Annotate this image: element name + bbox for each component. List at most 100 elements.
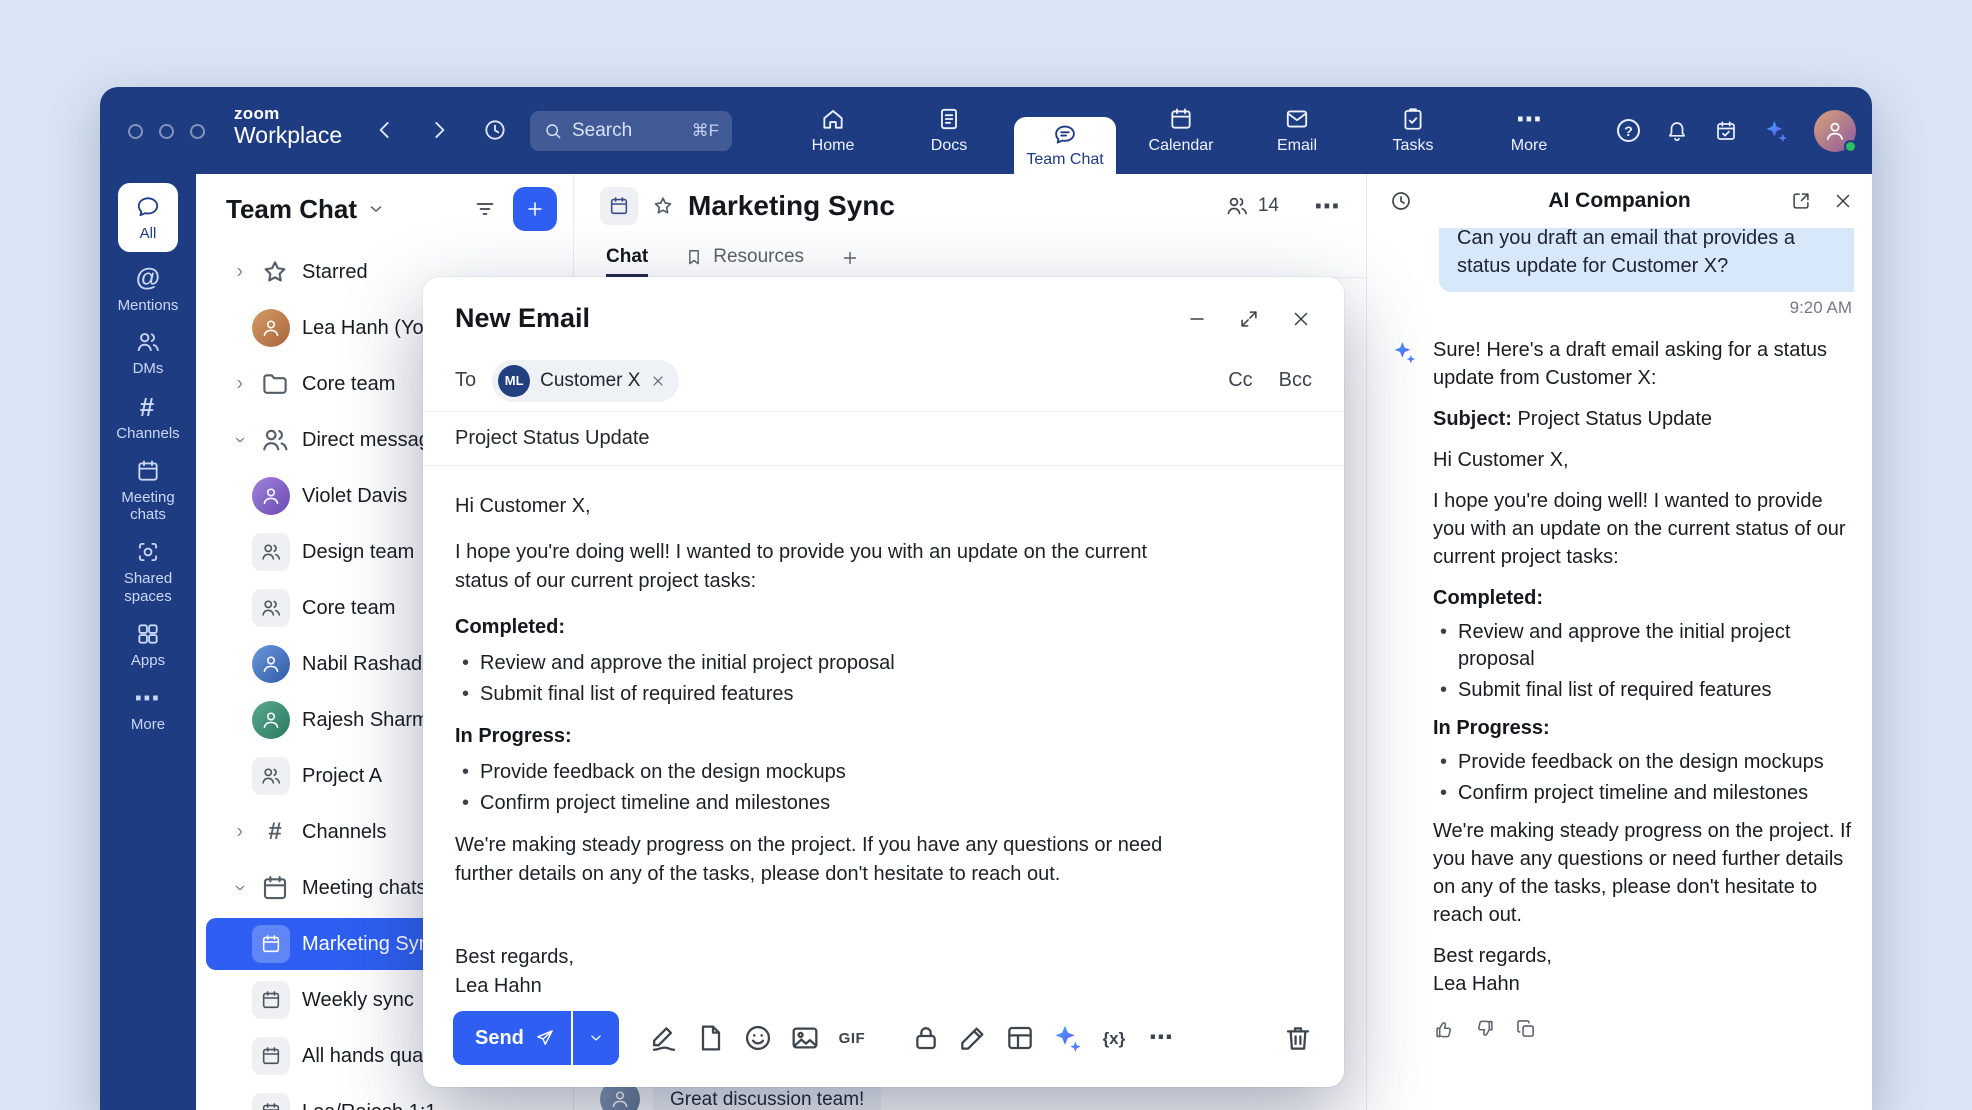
user-avatar[interactable] — [1814, 110, 1856, 152]
team-chat-icon — [1052, 122, 1078, 148]
rail-apps[interactable]: Apps — [104, 621, 192, 670]
signature-icon[interactable] — [648, 1022, 680, 1054]
ai-sparkle-icon[interactable] — [1763, 118, 1789, 144]
send-plane-icon — [535, 1028, 555, 1048]
more-options-icon[interactable]: ⋯ — [1145, 1022, 1177, 1054]
rail-dms[interactable]: DMs — [104, 329, 192, 378]
close-icon[interactable] — [1290, 308, 1312, 330]
to-label: To — [455, 369, 476, 392]
participants-count[interactable]: 14 — [1225, 194, 1279, 218]
sidebar-title-dropdown[interactable]: Team Chat — [226, 194, 386, 225]
trash-icon[interactable] — [1282, 1022, 1314, 1054]
tab-add[interactable] — [840, 248, 860, 277]
more-icon: ⋯ — [1516, 106, 1542, 132]
rail-all[interactable]: All — [118, 183, 178, 252]
group-avatar — [252, 533, 290, 571]
cc-button[interactable]: Cc — [1228, 369, 1252, 392]
copy-icon[interactable] — [1515, 1018, 1537, 1040]
calendar-icon — [260, 873, 290, 903]
history-icon[interactable] — [1389, 189, 1413, 213]
email-greeting: Hi Customer X, — [455, 492, 1197, 521]
zoom-workplace-window: zoom Workplace Search ⌘F Home Docs Team … — [100, 87, 1872, 1110]
meeting-avatar — [252, 1037, 290, 1075]
apps-grid-icon — [135, 621, 161, 647]
bullet-item: Provide feedback on the design mockups — [455, 759, 1197, 786]
email-signoff: Best regards, — [455, 943, 1197, 972]
rail-meeting-chats[interactable]: Meeting chats — [104, 458, 192, 524]
ai-signoff: Best regards, — [1433, 942, 1854, 970]
email-body-editor[interactable]: Hi Customer X, I hope you're doing well!… — [423, 466, 1344, 1011]
person-icon — [260, 317, 282, 339]
star-channel-icon[interactable] — [651, 194, 675, 218]
filter-icon[interactable] — [473, 197, 497, 221]
calendar-check-icon[interactable] — [1714, 119, 1738, 143]
channel-avatar[interactable] — [600, 187, 638, 225]
nav-more[interactable]: ⋯ More — [1478, 87, 1580, 174]
help-icon[interactable]: ? — [1617, 119, 1640, 142]
remove-recipient-icon[interactable] — [650, 373, 666, 389]
new-email-modal: New Email To ML Customer X Cc Bcc Projec… — [423, 277, 1344, 1087]
nav-home[interactable]: Home — [782, 87, 884, 174]
send-options-button[interactable] — [573, 1011, 619, 1065]
email-signature: Lea Hahn — [455, 972, 1197, 1001]
left-rail: All @ Mentions DMs # Channels Meeting ch… — [100, 174, 196, 1110]
gif-icon[interactable]: GIF — [836, 1022, 868, 1054]
window-close-button[interactable] — [128, 124, 143, 139]
subject-field[interactable]: Project Status Update — [423, 412, 1344, 466]
open-in-new-icon[interactable] — [1790, 190, 1812, 212]
tab-chat[interactable]: Chat — [606, 246, 648, 277]
in-progress-heading: In Progress: — [455, 722, 1197, 751]
bullet-item: Review and approve the initial project p… — [1433, 619, 1854, 673]
add-button[interactable] — [513, 187, 557, 231]
nav-team-chat[interactable]: Team Chat — [1014, 117, 1116, 174]
chevron-right-icon — [232, 264, 248, 280]
edit-icon[interactable] — [957, 1022, 989, 1054]
to-field[interactable]: To ML Customer X Cc Bcc — [423, 350, 1344, 412]
sidebar-item-lea-rajesh-1-1[interactable]: Lea/Rajesh 1:1 — [196, 1084, 573, 1110]
thumbs-down-icon[interactable] — [1474, 1018, 1496, 1040]
ai-sparkle-icon[interactable] — [1051, 1022, 1083, 1054]
emoji-icon[interactable] — [742, 1022, 774, 1054]
template-icon[interactable] — [695, 1022, 727, 1054]
image-icon[interactable] — [789, 1022, 821, 1054]
thumbs-up-icon[interactable] — [1433, 1018, 1455, 1040]
nav-back-button[interactable] — [372, 117, 398, 143]
page-title: Marketing Sync — [688, 190, 895, 222]
nav-forward-button[interactable] — [426, 117, 452, 143]
nav-tasks[interactable]: Tasks — [1362, 87, 1464, 174]
nav-calendar[interactable]: Calendar — [1130, 87, 1232, 174]
ai-conversation: Can you draft an email that provides a s… — [1367, 228, 1872, 1110]
bcc-button[interactable]: Bcc — [1279, 369, 1312, 392]
ai-companion-panel: AI Companion Can you draft an email that… — [1366, 174, 1872, 1110]
expand-icon[interactable] — [1238, 308, 1260, 330]
user-prompt-bubble: Can you draft an email that provides a s… — [1439, 228, 1854, 292]
tasks-icon — [1400, 106, 1426, 132]
rail-more[interactable]: ⋯ More — [104, 684, 192, 734]
docs-icon — [936, 106, 962, 132]
lock-icon[interactable] — [910, 1022, 942, 1054]
person-icon — [260, 709, 282, 731]
tab-resources[interactable]: Resources — [684, 246, 804, 277]
nav-email[interactable]: Email — [1246, 87, 1348, 174]
rail-mentions[interactable]: @ Mentions — [104, 265, 192, 315]
window-minimize-button[interactable] — [159, 124, 174, 139]
variable-icon[interactable]: {x} — [1098, 1022, 1130, 1054]
rail-channels[interactable]: # Channels — [104, 393, 192, 443]
recipient-chip[interactable]: ML Customer X — [492, 360, 679, 402]
plus-icon — [840, 248, 860, 268]
layout-icon[interactable] — [1004, 1022, 1036, 1054]
send-button[interactable]: Send — [453, 1011, 571, 1065]
notifications-bell-icon[interactable] — [1665, 119, 1689, 143]
meeting-avatar — [252, 925, 290, 963]
window-zoom-button[interactable] — [190, 124, 205, 139]
search-input[interactable]: Search ⌘F — [530, 111, 732, 151]
history-icon[interactable] — [482, 117, 508, 143]
rail-shared-spaces[interactable]: Shared spaces — [104, 539, 192, 605]
chevron-down-icon — [232, 432, 248, 448]
nav-docs[interactable]: Docs — [898, 87, 1000, 174]
close-icon[interactable] — [1832, 190, 1854, 212]
search-icon — [543, 121, 563, 141]
minimize-icon[interactable] — [1186, 308, 1208, 330]
avatar — [252, 309, 290, 347]
chat-more-icon[interactable]: ⋯ — [1314, 193, 1340, 219]
